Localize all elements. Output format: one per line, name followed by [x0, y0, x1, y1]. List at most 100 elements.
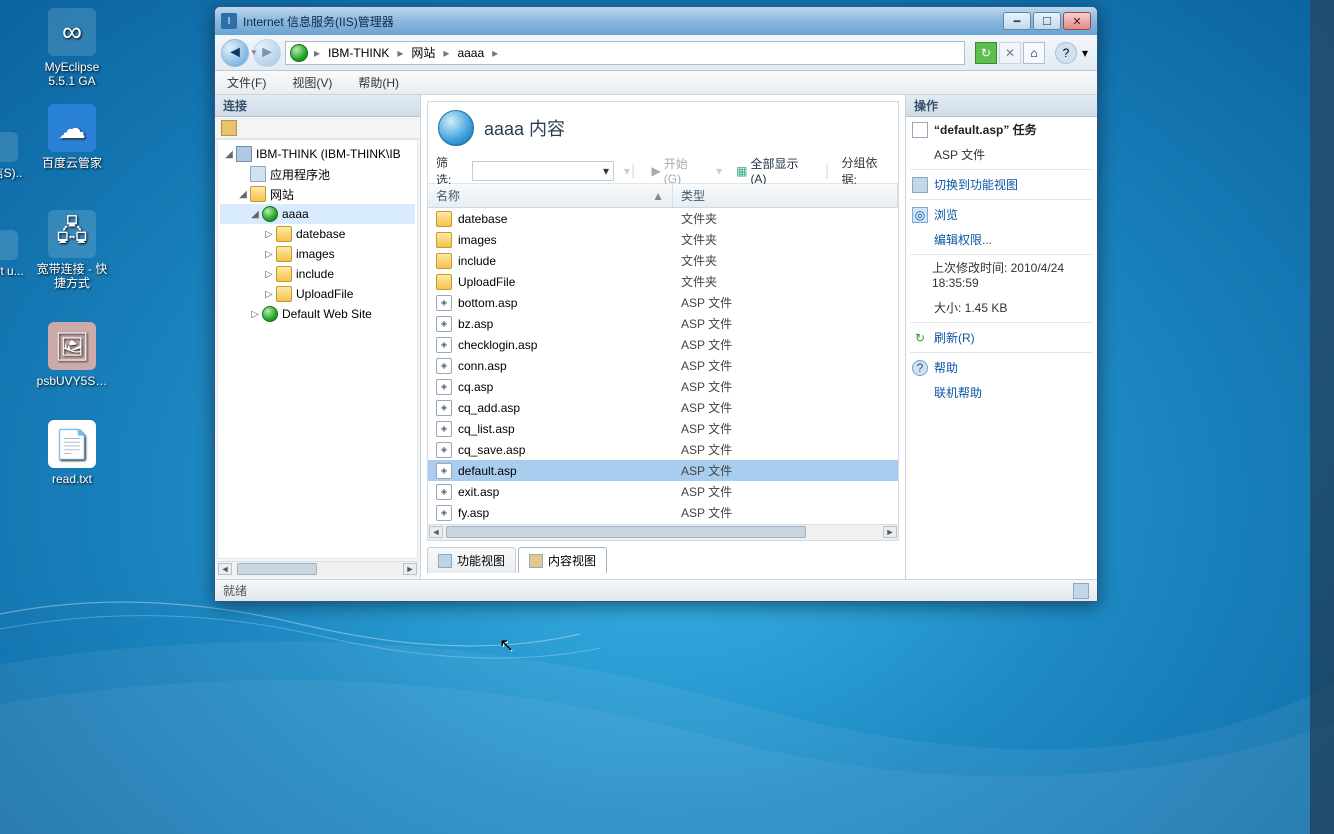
list-item[interactable]: include文件夹 [428, 250, 898, 271]
action-help[interactable]: ? 帮助 [906, 355, 1097, 380]
list-item[interactable]: ◈cq_add.aspASP 文件 [428, 397, 898, 418]
list-item[interactable]: UploadFile文件夹 [428, 271, 898, 292]
back-button[interactable]: ◄▼ [221, 39, 249, 67]
cell-name: ◈cq_add.asp [428, 400, 673, 416]
cell-type: ASP 文件 [673, 420, 898, 437]
file-name: cq_add.asp [458, 401, 520, 415]
action-edit-perm[interactable]: 编辑权限... [906, 227, 1097, 252]
desktop-icon-leftpartial1[interactable]: 信S).. [0, 132, 24, 180]
help-icon: ? [912, 360, 928, 376]
breadcrumb-path[interactable]: ▸ IBM-THINK ▸ 网站 ▸ aaaa ▸ [285, 41, 965, 65]
action-online-help[interactable]: 联机帮助 [906, 380, 1097, 405]
scroll-right-icon[interactable]: ► [883, 526, 897, 538]
scroll-thumb[interactable] [237, 563, 317, 575]
list-item[interactable]: images文件夹 [428, 229, 898, 250]
tab-content-view[interactable]: 内容视图 [518, 547, 607, 573]
list-item[interactable]: datebase文件夹 [428, 208, 898, 229]
filter-select[interactable]: ▾ [472, 161, 614, 181]
list-item[interactable]: ◈cq_save.aspASP 文件 [428, 439, 898, 460]
stop-nav-button[interactable]: ✕ [999, 42, 1021, 64]
expand-icon[interactable]: ▷ [264, 289, 274, 300]
desktop-icon-leftpartial2[interactable]: oft u... [0, 230, 24, 278]
breadcrumb-site-aaaa[interactable]: aaaa [451, 44, 490, 62]
tree-server-node[interactable]: ◢ IBM-THINK (IBM-THINK\IB [220, 144, 415, 164]
collapse-icon[interactable]: ◢ [224, 149, 234, 160]
help-dropdown[interactable]: ▾ [1079, 42, 1091, 64]
menu-view[interactable]: 视图(V) [288, 72, 336, 93]
image-icon: 🖼 [48, 322, 96, 370]
tree-label: 应用程序池 [270, 166, 330, 183]
folder-icon [436, 274, 452, 290]
scroll-right-icon[interactable]: ► [403, 563, 417, 575]
tree-sub-images[interactable]: ▷ images [220, 244, 415, 264]
expand-icon[interactable]: ▷ [250, 309, 260, 320]
list-item[interactable]: ◈cq_list.aspASP 文件 [428, 418, 898, 439]
tree-sites[interactable]: ◢ 网站 [220, 184, 415, 204]
action-switch-view[interactable]: 切换到功能视图 [906, 172, 1097, 197]
tree-default-website[interactable]: ▷ Default Web Site [220, 304, 415, 324]
tree-hscroll[interactable]: ◄ ► [217, 561, 418, 577]
collapse-icon[interactable]: ◢ [238, 189, 248, 200]
collapse-icon[interactable]: ◢ [250, 209, 260, 220]
file-list[interactable]: 名称 ▲ 类型 datebase文件夹images文件夹include文件夹Up… [428, 184, 898, 524]
list-item[interactable]: ◈checklogin.aspASP 文件 [428, 334, 898, 355]
desktop-icon-read[interactable]: 📄 read.txt [32, 420, 112, 486]
scroll-left-icon[interactable]: ◄ [429, 526, 443, 538]
cell-name: ◈cq_save.asp [428, 442, 673, 458]
maximize-button[interactable]: ☐ [1033, 12, 1061, 30]
list-item[interactable]: ◈bottom.aspASP 文件 [428, 292, 898, 313]
tree-sub-datebase[interactable]: ▷ datebase [220, 224, 415, 244]
tree-site-aaaa[interactable]: ◢ aaaa [220, 204, 415, 224]
help-button[interactable]: ? [1055, 42, 1077, 64]
connections-tree[interactable]: ◢ IBM-THINK (IBM-THINK\IB 应用程序池 ◢ 网站 ◢ [217, 139, 418, 559]
list-item[interactable]: ◈default.aspASP 文件 [428, 460, 898, 481]
list-item[interactable]: ◈exit.aspASP 文件 [428, 481, 898, 502]
tree-sub-include[interactable]: ▷ include [220, 264, 415, 284]
tree-app-pools[interactable]: 应用程序池 [220, 164, 415, 184]
wallpaper-swoosh [0, 574, 1334, 834]
close-button[interactable]: ✕ [1063, 12, 1091, 30]
scroll-thumb[interactable] [446, 526, 806, 538]
list-item[interactable]: ◈conn.aspASP 文件 [428, 355, 898, 376]
folder-icon [276, 266, 292, 282]
list-item[interactable]: ◈bz.aspASP 文件 [428, 313, 898, 334]
forward-button[interactable]: ► [253, 39, 281, 67]
cell-name: ◈bz.asp [428, 316, 673, 332]
showall-icon: ▦ [736, 164, 747, 178]
list-item[interactable]: ◈fy.aspASP 文件 [428, 502, 898, 523]
home-button[interactable]: ⌂ [1023, 42, 1045, 64]
showall-button[interactable]: ▦全部显示(A) [732, 153, 814, 188]
desktop-icon-myeclipse[interactable]: ∞ MyEclipse 5.5.1 GA [32, 8, 112, 88]
refresh-nav-button[interactable]: ↻ [975, 42, 997, 64]
button-label: 开始(G) [664, 155, 702, 186]
menu-help[interactable]: 帮助(H) [354, 72, 403, 93]
menu-file[interactable]: 文件(F) [223, 72, 270, 93]
scroll-left-icon[interactable]: ◄ [218, 563, 232, 575]
desktop-icon-broadband[interactable]: 🖧 宽带连接 - 快捷方式 [32, 210, 112, 290]
tree-sub-uploadfile[interactable]: ▷ UploadFile [220, 284, 415, 304]
expand-icon[interactable]: ▷ [264, 229, 274, 240]
breadcrumb-server[interactable]: IBM-THINK [322, 44, 395, 62]
minimize-button[interactable]: ━ [1003, 12, 1031, 30]
start-button[interactable]: ▶开始(G) [648, 153, 707, 188]
column-header-name[interactable]: 名称 ▲ [428, 184, 673, 207]
desktop-icon-psb[interactable]: 🖼 psbUVY5S… [32, 322, 112, 388]
action-label: 刷新(R) [934, 329, 975, 346]
menu-bar: 文件(F) 视图(V) 帮助(H) [215, 71, 1097, 95]
titlebar[interactable]: I Internet 信息服务(IIS)管理器 ━ ☐ ✕ [215, 7, 1097, 35]
cell-name: images [428, 232, 673, 248]
action-label: ASP 文件 [934, 146, 985, 163]
list-hscroll[interactable]: ◄ ► [428, 524, 898, 540]
action-label: 联机帮助 [934, 384, 982, 401]
globe-icon [262, 306, 278, 322]
expand-icon[interactable]: ▷ [264, 249, 274, 260]
list-item[interactable]: ◈cq.aspASP 文件 [428, 376, 898, 397]
column-header-type[interactable]: 类型 [673, 184, 898, 207]
expand-icon[interactable]: ▷ [264, 269, 274, 280]
desktop-icon-baidu[interactable]: ☁ 百度云管家 [32, 104, 112, 170]
breadcrumb-sites[interactable]: 网站 [405, 42, 441, 63]
tab-features-view[interactable]: 功能视图 [427, 547, 516, 573]
folder-tool-icon[interactable] [221, 120, 237, 136]
action-refresh[interactable]: ↻ 刷新(R) [906, 325, 1097, 350]
action-browse[interactable]: ◎ 浏览 [906, 202, 1097, 227]
